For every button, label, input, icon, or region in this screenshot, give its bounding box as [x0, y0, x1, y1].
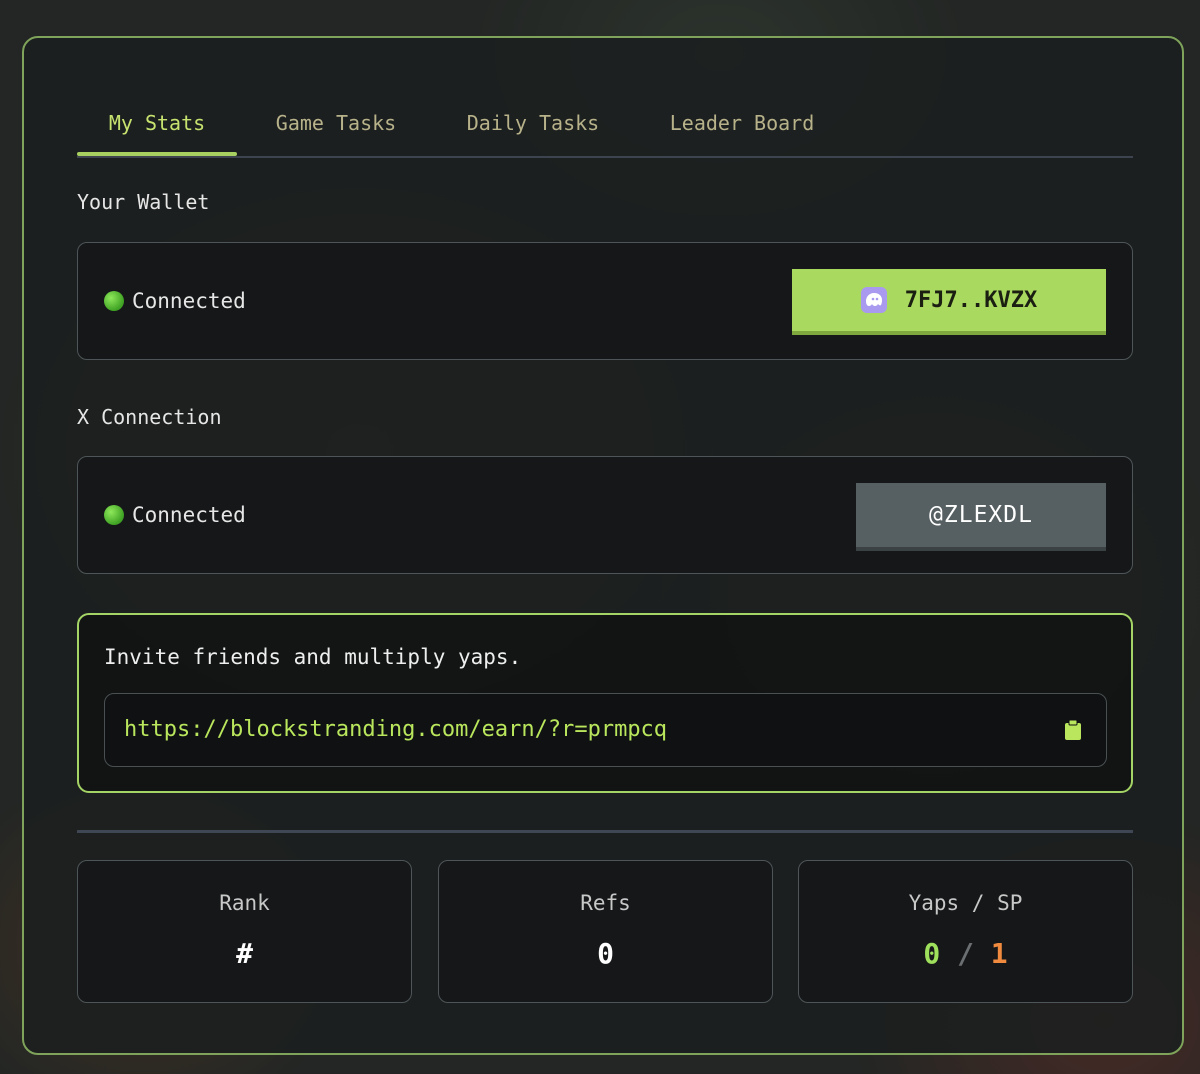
- rank-value: #: [236, 937, 253, 970]
- tab-label: Game Tasks: [275, 111, 397, 135]
- yaps-value: 0: [923, 937, 941, 970]
- section-divider: [77, 830, 1133, 833]
- tab-label: Daily Tasks: [466, 111, 600, 135]
- wallet-card: Connected 7FJ7..KVZX: [77, 242, 1133, 360]
- rank-label: Rank: [219, 891, 270, 915]
- stats-panel: My Stats Game Tasks Daily Tasks Leader B…: [22, 36, 1184, 1055]
- wallet-status-text: Connected: [132, 289, 246, 313]
- invite-text: Invite friends and multiply yaps.: [104, 645, 522, 669]
- refs-stat-card: Refs 0: [438, 860, 773, 1003]
- tab-leader-board[interactable]: Leader Board: [657, 108, 827, 156]
- connected-status-icon: [104, 291, 124, 311]
- x-connection-status: Connected: [104, 502, 246, 528]
- referral-link-text: https://blockstranding.com/earn/?r=prmpc…: [124, 717, 668, 742]
- wallet-address-button[interactable]: 7FJ7..KVZX: [792, 269, 1106, 335]
- tab-bar: My Stats Game Tasks Daily Tasks Leader B…: [77, 108, 1133, 158]
- sp-value: 1: [990, 937, 1008, 970]
- tab-label: My Stats: [108, 111, 206, 135]
- tab-my-stats[interactable]: My Stats: [77, 108, 237, 156]
- tab-label: Leader Board: [669, 111, 815, 135]
- yaps-sp-label: Yaps / SP: [908, 891, 1023, 915]
- wallet-address-text: 7FJ7..KVZX: [904, 287, 1038, 313]
- rank-stat-card: Rank #: [77, 860, 412, 1003]
- invite-card: Invite friends and multiply yaps. https:…: [77, 613, 1133, 793]
- yaps-sp-separator: /: [957, 937, 974, 970]
- yaps-sp-stat-card: Yaps / SP 0 / 1: [798, 860, 1133, 1003]
- phantom-ghost-icon: [860, 287, 887, 313]
- yaps-sp-value: 0 / 1: [799, 937, 1132, 970]
- tab-game-tasks[interactable]: Game Tasks: [263, 108, 409, 156]
- wallet-section-label: Your Wallet: [77, 190, 210, 214]
- clipboard-icon[interactable]: [1064, 719, 1082, 741]
- tab-daily-tasks[interactable]: Daily Tasks: [465, 108, 601, 156]
- x-connection-section-label: X Connection: [77, 405, 222, 429]
- referral-link-field[interactable]: https://blockstranding.com/earn/?r=prmpc…: [104, 693, 1107, 767]
- wallet-status: Connected: [104, 288, 246, 314]
- refs-value: 0: [597, 937, 614, 970]
- active-tab-indicator: [77, 152, 237, 156]
- x-handle-text: @ZLEXDL: [929, 502, 1033, 528]
- x-status-text: Connected: [132, 503, 246, 527]
- refs-label: Refs: [580, 891, 631, 915]
- x-handle-button[interactable]: @ZLEXDL: [856, 483, 1106, 551]
- connected-status-icon: [104, 505, 124, 525]
- x-connection-card: Connected @ZLEXDL: [77, 456, 1133, 574]
